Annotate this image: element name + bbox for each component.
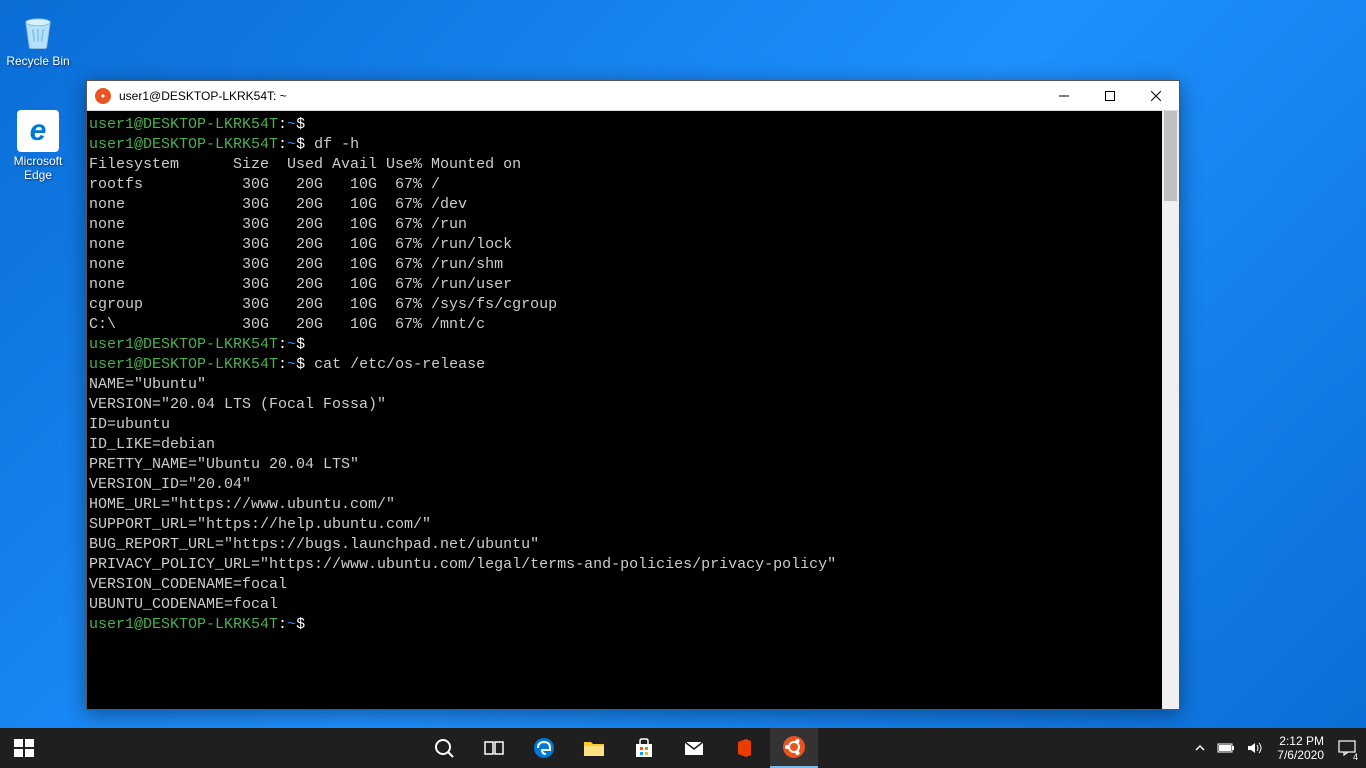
start-button[interactable] [0, 728, 48, 768]
clock-date: 7/6/2020 [1277, 748, 1324, 762]
tray-volume[interactable] [1241, 728, 1269, 768]
office-icon [732, 736, 756, 760]
desktop-icon-recycle-bin[interactable]: Recycle Bin [0, 10, 76, 68]
chevron-up-icon [1195, 743, 1205, 753]
minimize-button[interactable] [1041, 81, 1087, 111]
taskbar-app-edge[interactable] [520, 728, 568, 768]
battery-icon [1217, 742, 1235, 754]
edge-icon [532, 736, 556, 760]
taskbar-app-store[interactable] [620, 728, 668, 768]
volume-icon [1247, 741, 1263, 755]
close-button[interactable] [1133, 81, 1179, 111]
scrollbar-thumb[interactable] [1164, 111, 1177, 201]
clock-time: 2:12 PM [1277, 734, 1324, 748]
window-title: user1@DESKTOP-LKRK54T: ~ [119, 89, 287, 103]
maximize-button[interactable] [1087, 81, 1133, 111]
recycle-bin-icon [17, 10, 59, 52]
taskbar-app-ubuntu[interactable] [770, 728, 818, 768]
scrollbar[interactable] [1162, 111, 1179, 709]
search-icon [432, 736, 456, 760]
taskbar-app-office[interactable] [720, 728, 768, 768]
ubuntu-icon [782, 735, 806, 759]
desktop-icon-label: Recycle Bin [0, 54, 76, 68]
store-icon [632, 736, 656, 760]
taskbar-app-mail[interactable] [670, 728, 718, 768]
terminal-content[interactable]: user1@DESKTOP-LKRK54T:~$ user1@DESKTOP-L… [87, 111, 1162, 709]
terminal-window: user1@DESKTOP-LKRK54T: ~ user1@DESKTOP-L… [86, 80, 1180, 710]
titlebar[interactable]: user1@DESKTOP-LKRK54T: ~ [87, 81, 1179, 111]
tray-notifications[interactable]: 4 [1332, 728, 1362, 768]
tray-clock[interactable]: 2:12 PM 7/6/2020 [1269, 734, 1332, 762]
windows-icon [12, 736, 36, 760]
notification-badge: 4 [1353, 752, 1358, 762]
search-button[interactable] [420, 728, 468, 768]
desktop-icon-edge[interactable]: e Microsoft Edge [0, 110, 76, 182]
taskbar: 2:12 PM 7/6/2020 4 [0, 728, 1366, 768]
task-view-button[interactable] [470, 728, 518, 768]
desktop-icon-label: Microsoft Edge [0, 154, 76, 182]
task-view-icon [482, 736, 506, 760]
tray-battery[interactable] [1211, 728, 1241, 768]
mail-icon [682, 736, 706, 760]
edge-icon: e [17, 110, 59, 152]
tray-chevron[interactable] [1189, 728, 1211, 768]
folder-icon [582, 736, 606, 760]
taskbar-app-explorer[interactable] [570, 728, 618, 768]
ubuntu-icon [95, 88, 111, 104]
